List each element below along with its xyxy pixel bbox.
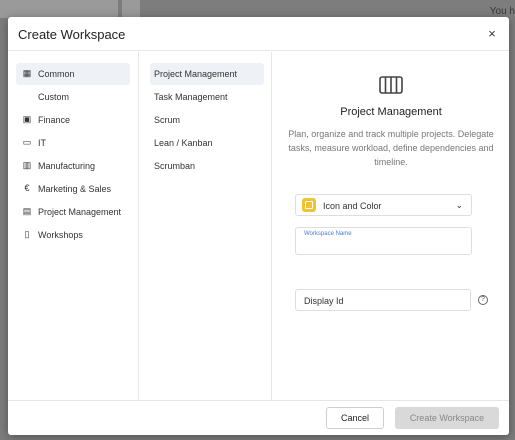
columns-icon: [379, 76, 403, 94]
template-item-scrum[interactable]: Scrum: [150, 109, 264, 131]
chevron-down-icon: ⌄: [455, 200, 463, 210]
create-workspace-button[interactable]: Create Workspace: [395, 407, 499, 429]
category-item-manufacturing[interactable]: ▥ Manufacturing: [16, 155, 130, 177]
template-label: Scrum: [154, 115, 181, 125]
display-id-field: [295, 289, 471, 311]
category-list: ▦ Common Custom ▣ Finance ▭ IT ▥ Manufac…: [8, 52, 139, 400]
table-icon: ▦: [22, 68, 32, 78]
briefcase-icon: ▤: [22, 206, 32, 216]
template-label: Task Management: [154, 92, 228, 102]
workspace-name-input[interactable]: [302, 239, 464, 253]
workspace-name-field: Workspace Name: [295, 227, 472, 255]
display-id-input[interactable]: [304, 294, 464, 308]
workspace-icon: [305, 201, 313, 209]
help-icon[interactable]: ?: [478, 295, 488, 305]
dialog-header: Create Workspace ×: [8, 17, 509, 51]
template-title: Project Management: [340, 106, 442, 118]
category-label: Custom: [38, 92, 70, 102]
template-label: Lean / Kanban: [154, 138, 213, 148]
template-list: Project Management Task Management Scrum…: [140, 52, 272, 400]
template-item-scrumban[interactable]: Scrumban: [150, 155, 264, 177]
template-item-lean-kanban[interactable]: Lean / Kanban: [150, 132, 264, 154]
category-item-workshops[interactable]: ▯ Workshops: [16, 224, 130, 246]
category-label: Common: [38, 69, 75, 79]
laptop-icon: ▭: [22, 137, 32, 147]
factory-icon: ▥: [22, 160, 32, 170]
category-label: Finance: [38, 115, 71, 125]
create-workspace-dialog: Create Workspace × ▦ Common Custom ▣ Fin…: [8, 17, 509, 435]
background-panel: [0, 0, 118, 18]
template-label: Project Management: [154, 69, 238, 79]
dialog-footer: Cancel Create Workspace: [8, 400, 509, 435]
background-panel: [122, 0, 140, 18]
template-detail-panel: Project Management Plan, organize and tr…: [273, 52, 509, 400]
dialog-title: Create Workspace: [18, 27, 126, 42]
icon-color-label: Icon and Color: [323, 201, 382, 211]
category-label: Project Management: [38, 207, 122, 217]
category-item-custom[interactable]: Custom: [16, 86, 130, 108]
template-label: Scrumban: [154, 161, 196, 171]
category-label: Workshops: [38, 230, 83, 240]
workspace-name-label: Workspace Name: [304, 231, 352, 237]
category-label: Manufacturing: [38, 161, 96, 171]
category-item-it[interactable]: ▭ IT: [16, 132, 130, 154]
category-item-common[interactable]: ▦ Common: [16, 63, 130, 85]
close-icon[interactable]: ×: [485, 27, 499, 41]
category-item-finance[interactable]: ▣ Finance: [16, 109, 130, 131]
category-label: Marketing & Sales: [38, 184, 112, 194]
wallet-icon: ▣: [22, 114, 32, 124]
euro-icon: €: [24, 183, 30, 193]
background-user-text: You h: [489, 6, 515, 17]
category-item-marketing-sales[interactable]: € Marketing & Sales: [16, 178, 130, 200]
template-item-task-management[interactable]: Task Management: [150, 86, 264, 108]
icon-color-dropdown[interactable]: Icon and Color ⌄: [295, 194, 472, 216]
category-label: IT: [38, 138, 46, 148]
category-item-project-management[interactable]: ▤ Project Management: [16, 201, 130, 223]
clipboard-icon: ▯: [24, 229, 30, 239]
template-description: Plan, organize and track multiple projec…: [288, 129, 494, 167]
cancel-button[interactable]: Cancel: [326, 407, 384, 429]
template-item-project-management[interactable]: Project Management: [150, 63, 264, 85]
color-swatch: [302, 198, 316, 212]
